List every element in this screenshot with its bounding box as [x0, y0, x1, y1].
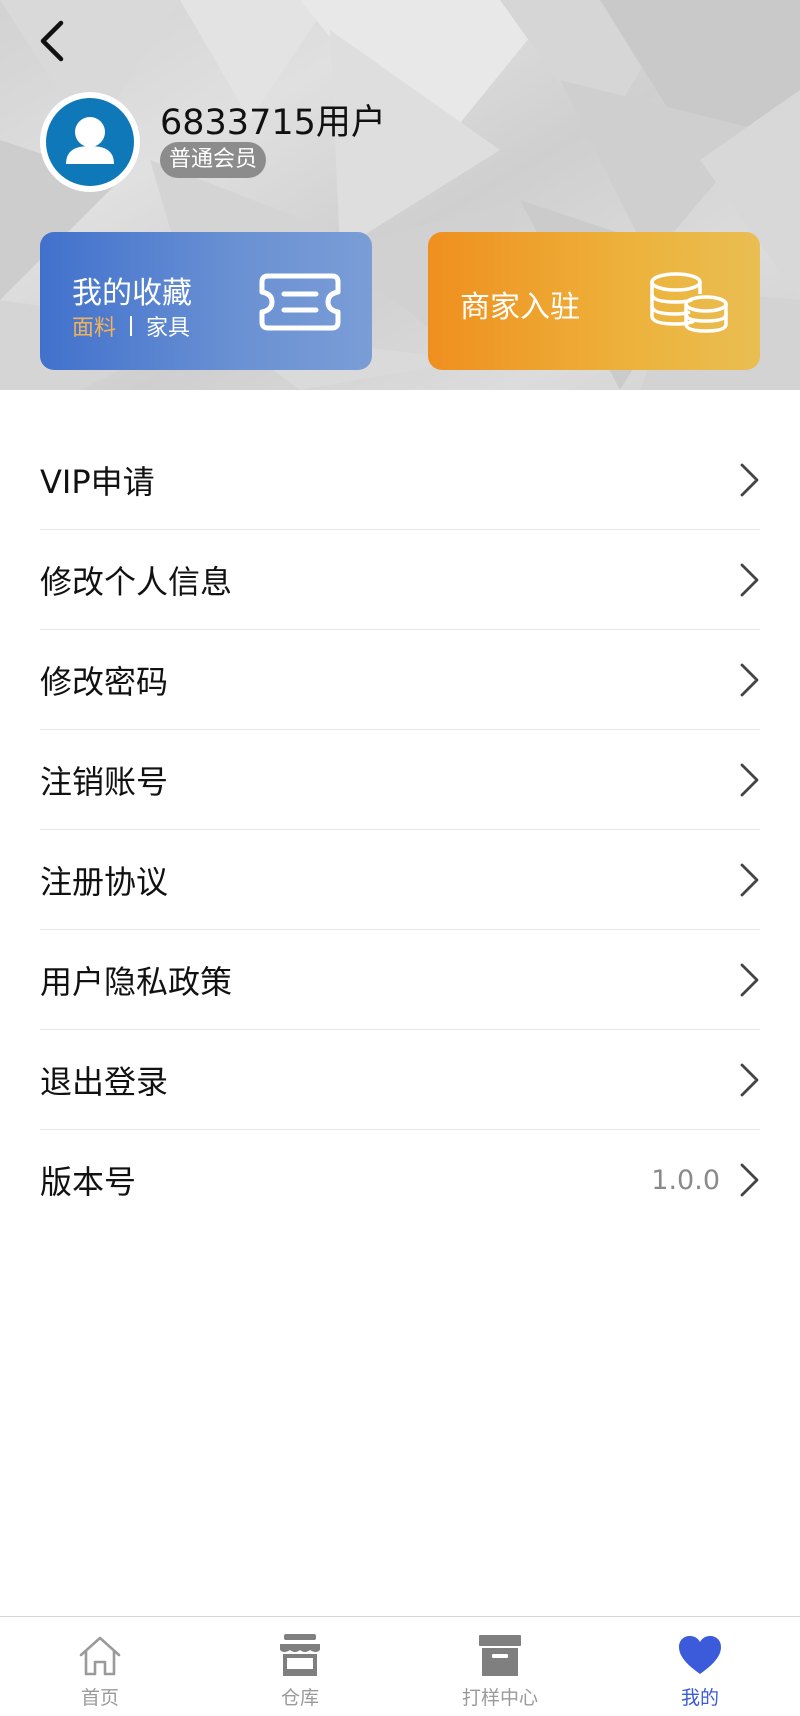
chevron-right-icon — [740, 863, 759, 896]
favorites-card[interactable]: 我的收藏 面料 家具 — [40, 232, 372, 370]
menu-item-label: 修改个人信息 — [40, 562, 233, 601]
heart-icon — [679, 1636, 721, 1674]
menu-item-label: VIP申请 — [40, 462, 155, 501]
tab-warehouse[interactable]: 仓库 — [200, 1617, 400, 1716]
tab-label: 我的 — [680, 1687, 719, 1709]
settings-menu: VIP申请 修改个人信息 修改密码 注销账号 注册协议 用户隐私政策 退出登录 … — [40, 430, 760, 1230]
archive-box-icon — [479, 1635, 521, 1676]
profile-header: 6833715用户 普通会员 我的收藏 面料 家具 商家入驻 — [0, 0, 800, 390]
back-button[interactable] — [30, 16, 74, 66]
favorites-categories: 面料 家具 — [72, 310, 190, 342]
menu-item-label: 修改密码 — [40, 662, 169, 701]
member-level-badge: 普通会员 — [160, 142, 267, 178]
bottom-tab-bar: 首页 仓库 打样中心 我的 — [0, 1616, 800, 1716]
menu-item-label: 退出登录 — [40, 1062, 169, 1101]
menu-item-label: 用户隐私政策 — [40, 962, 233, 1001]
menu-item-change-password[interactable]: 修改密码 — [40, 630, 760, 730]
chevron-right-icon — [740, 463, 759, 496]
chevron-right-icon — [740, 1163, 759, 1197]
menu-item-privacy-policy[interactable]: 用户隐私政策 — [40, 930, 760, 1030]
version-value: 1.0.0 — [651, 1164, 720, 1196]
menu-item-vip[interactable]: VIP申请 — [40, 430, 760, 530]
category-divider — [130, 316, 133, 336]
favorites-title: 我的收藏 — [72, 276, 192, 311]
menu-item-delete-account[interactable]: 注销账号 — [40, 730, 760, 830]
avatar[interactable] — [40, 92, 140, 192]
coins-icon — [650, 272, 728, 333]
menu-item-registration-agreement[interactable]: 注册协议 — [40, 830, 760, 930]
home-icon — [79, 1636, 121, 1676]
menu-item-version[interactable]: 版本号 1.0.0 — [40, 1130, 760, 1230]
chevron-right-icon — [740, 963, 759, 996]
chevron-right-icon — [740, 763, 759, 796]
menu-item-label: 注册协议 — [40, 862, 169, 901]
merchant-title: 商家入驻 — [460, 290, 580, 325]
menu-item-logout[interactable]: 退出登录 — [40, 1030, 760, 1130]
chevron-right-icon — [740, 563, 759, 596]
menu-item-label: 版本号 — [40, 1163, 137, 1201]
merchant-card[interactable]: 商家入驻 — [428, 232, 760, 370]
chevron-left-icon — [40, 20, 64, 62]
tab-home[interactable]: 首页 — [0, 1617, 200, 1716]
menu-item-label: 注销账号 — [40, 762, 169, 801]
chevron-right-icon — [740, 1063, 759, 1096]
user-icon — [66, 117, 114, 164]
tab-label: 打样中心 — [461, 1687, 538, 1709]
store-icon — [280, 1634, 320, 1676]
ticket-icon — [259, 273, 341, 331]
tab-mine[interactable]: 我的 — [600, 1617, 800, 1716]
tab-label: 仓库 — [280, 1687, 319, 1709]
tab-label: 首页 — [80, 1687, 119, 1709]
favorites-fabric[interactable]: 面料 — [72, 310, 116, 342]
favorites-furniture[interactable]: 家具 — [146, 310, 190, 342]
tab-sampling-center[interactable]: 打样中心 — [400, 1617, 600, 1716]
menu-item-edit-profile[interactable]: 修改个人信息 — [40, 530, 760, 630]
username: 6833715用户 — [160, 103, 386, 143]
chevron-right-icon — [740, 663, 759, 696]
